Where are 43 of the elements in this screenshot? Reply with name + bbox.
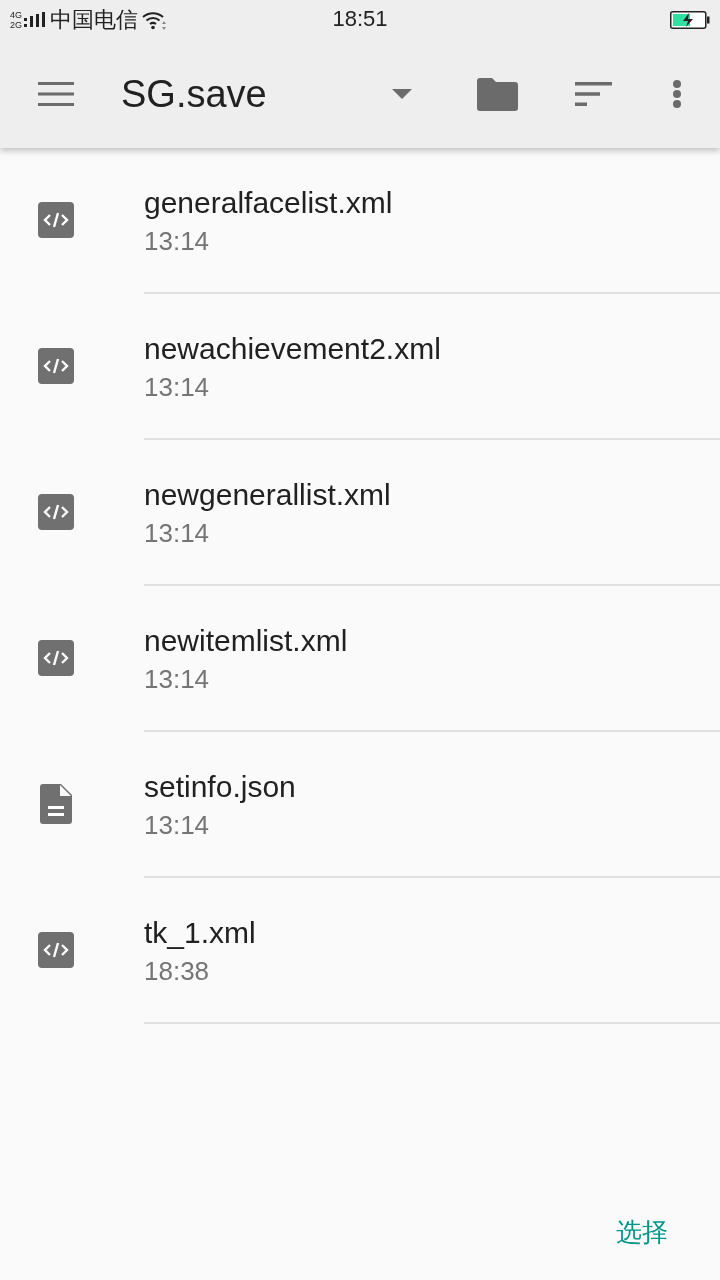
folder-button[interactable]: [477, 77, 518, 111]
sort-button[interactable]: [575, 82, 612, 106]
file-name: generalfacelist.xml: [144, 186, 393, 220]
file-list-item[interactable]: newitemlist.xml 13:14: [0, 586, 720, 732]
file-name: tk_1.xml: [144, 916, 256, 950]
file-time: 13:14: [144, 518, 210, 548]
clock-time: 18:51: [332, 6, 388, 32]
code-file-icon: [38, 640, 74, 676]
signal-icon: [24, 12, 46, 28]
folder-title: SG.save: [121, 72, 268, 116]
network-type-label: 4G: [10, 10, 22, 20]
network-type-label: 2G: [10, 20, 22, 30]
file-time: 13:14: [144, 226, 210, 256]
battery-charging-icon: [670, 11, 710, 29]
document-icon: [40, 784, 72, 824]
folder-icon: [477, 77, 518, 111]
code-file-icon: [38, 494, 74, 530]
code-file-icon: [38, 348, 74, 384]
file-name: newachievement2.xml: [144, 332, 441, 366]
dropdown-button[interactable]: [392, 89, 412, 99]
carrier-name: 中国电信: [50, 6, 138, 34]
more-button[interactable]: [672, 79, 682, 109]
file-list-item[interactable]: newgenerallist.xml 13:14: [0, 440, 720, 586]
file-list-item[interactable]: tk_1.xml 18:38: [0, 878, 720, 1024]
file-name: newgenerallist.xml: [144, 478, 391, 512]
select-button[interactable]: 选择: [604, 1211, 680, 1254]
menu-icon: [38, 82, 74, 106]
file-time: 13:14: [144, 372, 210, 402]
file-list-item[interactable]: generalfacelist.xml 13:14: [0, 148, 720, 294]
file-name: newitemlist.xml: [144, 624, 348, 658]
code-file-icon: [38, 202, 74, 238]
file-time: 13:14: [144, 664, 210, 694]
wifi-icon: [142, 10, 166, 30]
file-list-item[interactable]: setinfo.json 13:14: [0, 732, 720, 878]
file-list-item[interactable]: newachievement2.xml 13:14: [0, 294, 720, 440]
sort-icon: [575, 82, 612, 106]
caret-icon: [392, 89, 412, 99]
file-time: 13:14: [144, 810, 210, 840]
more-icon: [672, 79, 682, 109]
file-name: setinfo.json: [144, 770, 296, 804]
code-file-icon: [38, 932, 74, 968]
file-time: 18:38: [144, 956, 210, 986]
menu-button[interactable]: [38, 82, 74, 106]
